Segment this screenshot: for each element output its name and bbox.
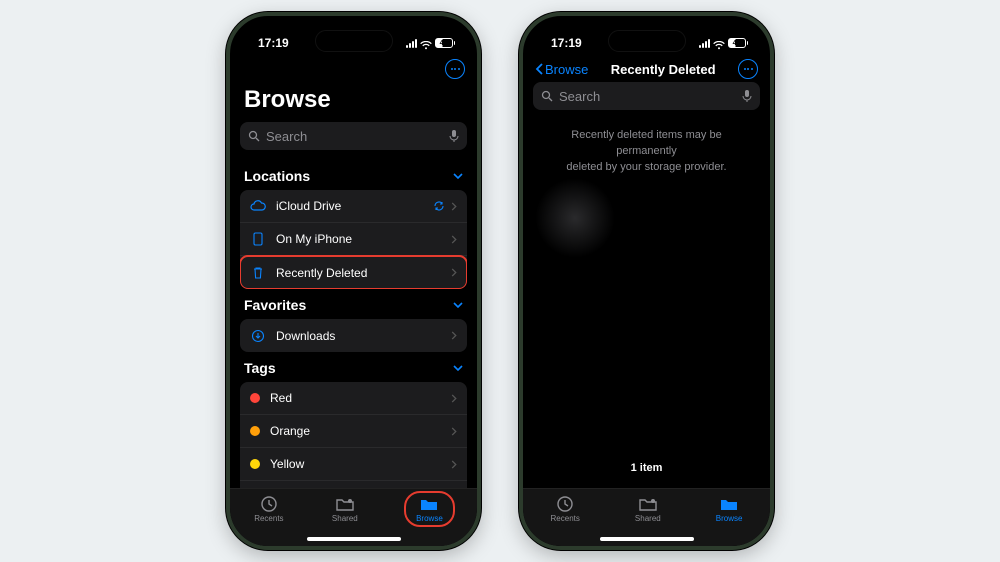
chevron-right-icon: [451, 394, 457, 403]
locations-list: iCloud Drive On My iPhone Recently Delet…: [240, 190, 467, 289]
cloud-icon: [250, 200, 266, 212]
tag-orange[interactable]: Orange: [240, 415, 467, 448]
status-time: 17:19: [258, 36, 289, 50]
signal-icon: [699, 39, 710, 48]
chevron-down-icon: [453, 300, 463, 310]
tag-dot-icon: [250, 426, 260, 436]
wifi-icon: [420, 39, 432, 48]
screen: Browse Recently Deleted Search Recently …: [523, 58, 770, 546]
trash-icon: [250, 266, 266, 280]
phone-right: 17:19 42 Browse Recently Deleted Search …: [519, 12, 774, 550]
folder-shared-icon: [335, 495, 355, 513]
mic-icon[interactable]: [742, 89, 752, 103]
sync-icon: [433, 200, 445, 212]
clock-icon: [555, 495, 575, 513]
tags-header[interactable]: Tags: [230, 352, 477, 382]
folder-icon: [719, 495, 739, 513]
search-icon: [541, 90, 553, 102]
status-indicators: 42: [699, 38, 749, 48]
item-count: 1 item: [523, 462, 770, 474]
location-onmyiphone[interactable]: On My iPhone: [240, 223, 467, 256]
phone-left: 17:19 42 Browse Search Locations iClo: [226, 12, 481, 550]
phone-icon: [250, 232, 266, 246]
chevron-right-icon: [451, 268, 457, 277]
empty-message: Recently deleted items may be permanentl…: [523, 120, 770, 184]
nav-bar: Browse Recently Deleted: [523, 58, 770, 82]
tab-browse[interactable]: Browse: [716, 495, 743, 523]
tab-shared[interactable]: Shared: [332, 495, 358, 523]
status-indicators: 42: [406, 38, 456, 48]
chevron-down-icon: [453, 171, 463, 181]
favorites-header[interactable]: Favorites: [230, 289, 477, 319]
notch: [608, 30, 686, 52]
tag-yellow[interactable]: Yellow: [240, 448, 467, 481]
location-icloud[interactable]: iCloud Drive: [240, 190, 467, 223]
page-title: Browse: [230, 82, 477, 122]
screen: Browse Search Locations iCloud Drive On …: [230, 58, 477, 546]
chevron-right-icon: [451, 427, 457, 436]
chevron-left-icon: [535, 63, 543, 75]
mic-icon[interactable]: [449, 129, 459, 143]
back-button[interactable]: Browse: [535, 62, 588, 77]
folder-shared-icon: [638, 495, 658, 513]
tab-recents[interactable]: Recents: [551, 495, 580, 523]
folder-icon: [419, 495, 439, 513]
notch: [315, 30, 393, 52]
blurred-thumbnail[interactable]: [535, 178, 615, 258]
tag-dot-icon: [250, 459, 260, 469]
chevron-right-icon: [451, 202, 457, 211]
battery-icon: 42: [435, 38, 456, 48]
chevron-right-icon: [451, 460, 457, 469]
tab-browse[interactable]: Browse: [406, 493, 453, 525]
search-icon: [248, 130, 260, 142]
search-field[interactable]: Search: [240, 122, 467, 150]
download-icon: [250, 329, 266, 343]
favorites-list: Downloads: [240, 319, 467, 352]
favorite-downloads[interactable]: Downloads: [240, 319, 467, 352]
location-recentlydeleted[interactable]: Recently Deleted: [240, 256, 467, 289]
search-field[interactable]: Search: [533, 82, 760, 110]
status-time: 17:19: [551, 36, 582, 50]
signal-icon: [406, 39, 417, 48]
search-placeholder: Search: [559, 89, 600, 104]
tab-shared[interactable]: Shared: [635, 495, 661, 523]
tab-recents[interactable]: Recents: [254, 495, 283, 523]
home-indicator[interactable]: [600, 537, 694, 541]
battery-icon: 42: [728, 38, 749, 48]
chevron-down-icon: [453, 363, 463, 373]
tag-red[interactable]: Red: [240, 382, 467, 415]
search-placeholder: Search: [266, 129, 307, 144]
clock-icon: [259, 495, 279, 513]
tag-dot-icon: [250, 393, 260, 403]
chevron-right-icon: [451, 235, 457, 244]
nav-title: Recently Deleted: [611, 62, 716, 77]
nav-bar: [230, 58, 477, 82]
home-indicator[interactable]: [307, 537, 401, 541]
chevron-right-icon: [451, 331, 457, 340]
wifi-icon: [713, 39, 725, 48]
locations-header[interactable]: Locations: [230, 160, 477, 190]
more-button[interactable]: [738, 59, 758, 79]
more-button[interactable]: [445, 59, 465, 79]
